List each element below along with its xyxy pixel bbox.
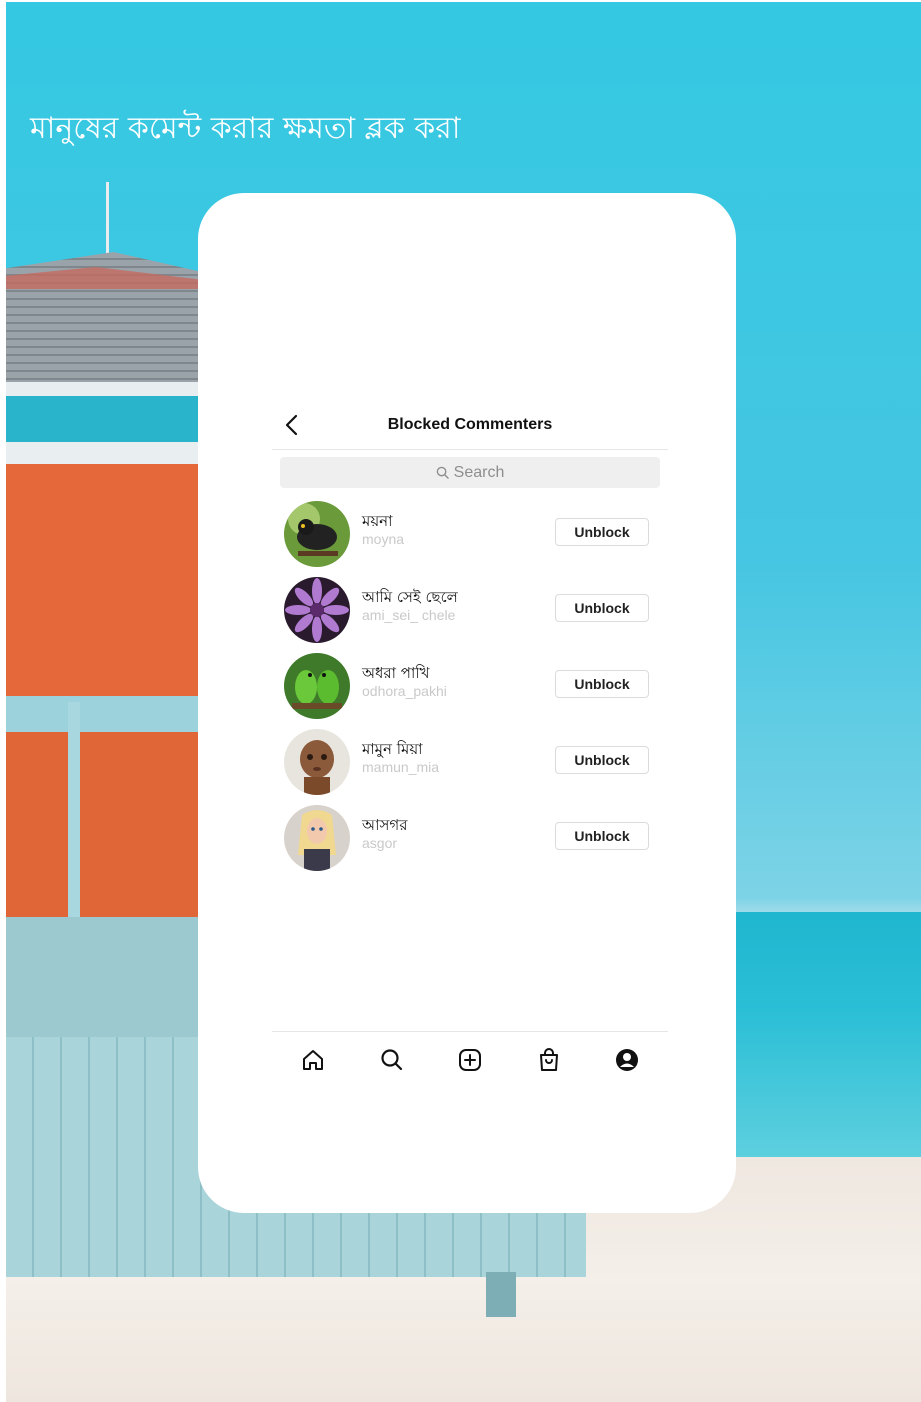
list-item: আমি সেই ছেলে ami_sei_ chele Unblock: [272, 574, 668, 650]
bottom-nav: [272, 1031, 668, 1087]
user-handle: ami_sei_ chele: [362, 607, 456, 623]
hut-band-teal: [6, 396, 206, 442]
hut-band: [6, 382, 206, 396]
hut-band: [6, 442, 206, 464]
phone-card: Blocked Commenters Search ময়না moyna Un…: [198, 193, 736, 1213]
unblock-button[interactable]: Unblock: [555, 670, 649, 698]
avatar[interactable]: [284, 805, 350, 871]
search-placeholder: Search: [453, 463, 505, 481]
search-icon: [436, 466, 449, 479]
profile-icon[interactable]: [614, 1047, 640, 1073]
user-handle: mamun_mia: [362, 759, 440, 775]
user-handle: asgor: [362, 835, 398, 851]
list-item: ময়না moyna Unblock: [272, 498, 668, 574]
list-item: অধরা পাখি odhora_pakhi Unblock: [272, 650, 668, 726]
shop-bag-icon[interactable]: [536, 1047, 562, 1073]
unblock-button[interactable]: Unblock: [555, 594, 649, 622]
avatar[interactable]: [284, 653, 350, 719]
search-input[interactable]: Search: [280, 457, 660, 488]
hut-orange-wall: [6, 732, 201, 922]
home-icon[interactable]: [300, 1047, 326, 1073]
blocked-commenters-screen: Blocked Commenters Search ময়না moyna Un…: [272, 403, 668, 878]
search-icon[interactable]: [379, 1047, 405, 1073]
add-post-icon[interactable]: [457, 1047, 483, 1073]
unblock-button[interactable]: Unblock: [555, 746, 649, 774]
hut-leg: [486, 1272, 516, 1317]
unblock-button[interactable]: Unblock: [555, 822, 649, 850]
hut-deck: [6, 917, 206, 1037]
avatar[interactable]: [284, 577, 350, 643]
avatar[interactable]: [284, 501, 350, 567]
blocked-list: ময়না moyna Unblock আমি সেই ছেলে ami_sei…: [272, 498, 668, 878]
unblock-button[interactable]: Unblock: [555, 518, 649, 546]
list-item: আসগর asgor Unblock: [272, 802, 668, 878]
avatar[interactable]: [284, 729, 350, 795]
user-handle: odhora_pakhi: [362, 683, 447, 699]
hut-post: [68, 702, 80, 922]
page-title: Blocked Commenters: [387, 416, 553, 433]
top-bar: Blocked Commenters: [272, 403, 668, 450]
hut-orange-wall: [6, 464, 201, 696]
hut-rail: [6, 696, 206, 732]
list-item: মামুন মিয়া mamun_mia Unblock: [272, 726, 668, 802]
hut-antenna: [106, 182, 109, 257]
headline: মানুষের কমেন্ট করার ক্ষমতা ব্লক করা: [30, 111, 461, 146]
user-handle: moyna: [362, 531, 405, 547]
